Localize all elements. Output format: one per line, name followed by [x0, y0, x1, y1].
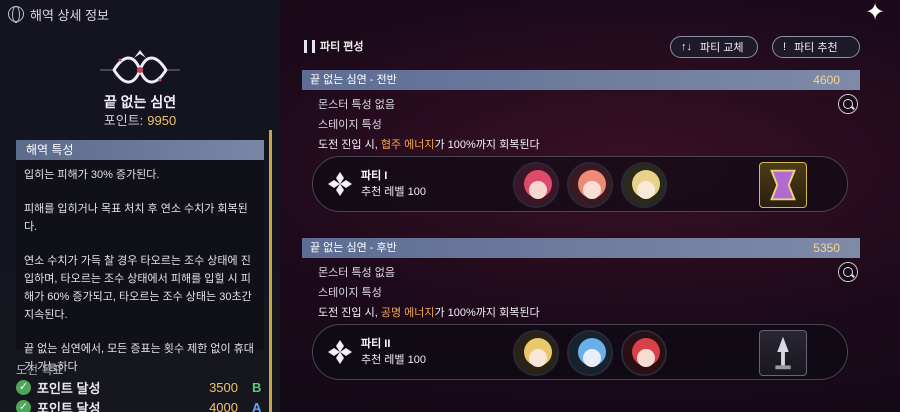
relic-slot[interactable]: [759, 330, 807, 376]
check-icon: ✓: [16, 379, 31, 395]
stage-points: 4600: [813, 73, 840, 87]
points-value: 9950: [147, 113, 177, 128]
stage-name: 끝 없는 심연 - 전반: [310, 74, 397, 86]
search-icon[interactable]: [838, 94, 858, 114]
goal-text: 포인트 달성: [37, 380, 101, 396]
stage-effect: 도전 진입 시, 공명 에너지가 100%까지 회복된다: [318, 304, 540, 320]
effect-suffix: 가 100%까지 회복된다: [434, 307, 540, 319]
location-points: 포인트: 9950: [0, 110, 280, 129]
trait-paragraph: 연소 수치가 가득 찰 경우 타오르는 조수 상태에 진입하며, 타오르는 조수…: [24, 255, 252, 321]
trait-paragraph: 입히는 피해가 30% 증가된다.: [24, 169, 160, 181]
party-section-title: 파티 편성: [304, 38, 364, 54]
effect-suffix: 가 100%까지 회복된다: [434, 139, 540, 151]
globe-icon: [8, 6, 24, 23]
stage-trait-label: 스테이지 특성: [318, 119, 382, 131]
abyss-emblem-icon: [100, 50, 180, 84]
character-avatar[interactable]: [621, 330, 667, 376]
goal-row: ✓ 포인트 달성 4000 A: [16, 398, 266, 412]
party-recommend-button[interactable]: ! 파티 추천: [772, 36, 860, 58]
swap-icon: ↑↓: [681, 41, 692, 53]
relic-slot[interactable]: [759, 162, 807, 208]
scrollbar[interactable]: [269, 130, 272, 412]
search-icon[interactable]: [838, 262, 858, 282]
party-level: 추천 레벨 100: [361, 354, 426, 366]
goal-value: 4000: [209, 399, 238, 412]
goal-row: ✓ 포인트 달성 3500 B: [16, 378, 266, 396]
effect-highlight: 협주 에너지: [380, 139, 435, 151]
character-avatar[interactable]: [513, 162, 559, 208]
party-swap-button[interactable]: ↑↓ 파티 교체: [670, 36, 758, 58]
trait-header: 해역 특성: [16, 140, 264, 160]
stage-trait-label: 스테이지 특성: [318, 287, 382, 299]
points-label: 포인트:: [103, 113, 144, 128]
party-slot-first[interactable]: 파티 I 추천 레벨 100: [312, 156, 848, 212]
goal-text: 포인트 달성: [37, 400, 101, 412]
goal-value: 3500: [209, 379, 238, 395]
party-name: 파티 II: [361, 338, 391, 350]
character-avatar[interactable]: [567, 162, 613, 208]
party-icon: [304, 39, 315, 53]
effect-prefix: 도전 진입 시,: [318, 139, 381, 151]
trait-paragraph: 피해를 입히거나 목표 처치 후 연소 수치가 회복된다.: [24, 203, 248, 233]
trait-box[interactable]: 해역 특성 입히는 피해가 30% 증가된다. 피해를 입히거나 목표 처치 후…: [16, 140, 264, 373]
party-slot-second[interactable]: 파티 II 추천 레벨 100: [312, 324, 848, 380]
character-avatar[interactable]: [621, 162, 667, 208]
detail-panel: 해역 상세 정보 끝 없는 심연 포인트: 9950 해역 특성 입히는 피해가 …: [0, 0, 280, 412]
effect-prefix: 도전 진입 시,: [318, 307, 381, 319]
echo-relic-icon: [775, 336, 791, 370]
stage-points: 5350: [813, 241, 840, 255]
party-emblem-icon: [328, 340, 352, 364]
panel-header: 해역 상세 정보: [0, 0, 280, 28]
stage-header-second: 끝 없는 심연 - 후반 5350: [302, 238, 860, 258]
party-level: 추천 레벨 100: [361, 186, 426, 198]
recommend-label: 파티 추천: [794, 42, 838, 54]
party-emblem-icon: [328, 172, 352, 196]
grade-badge: B: [252, 379, 262, 395]
monster-trait: 몬스터 특성 없음: [318, 267, 395, 279]
goals-label: 도전 목표: [16, 363, 64, 377]
location-title: 끝 없는 심연: [103, 94, 177, 110]
stage-header-first: 끝 없는 심연 - 전반 4600: [302, 70, 860, 90]
close-star-icon[interactable]: ✦: [862, 0, 888, 26]
echo-relic-icon: [770, 169, 796, 201]
stage-effect: 도전 진입 시, 협주 에너지가 100%까지 회복된다: [318, 136, 540, 152]
character-avatar[interactable]: [513, 330, 559, 376]
monster-trait: 몬스터 특성 없음: [318, 99, 395, 111]
grade-badge: A: [252, 399, 262, 412]
stage-name: 끝 없는 심연 - 후반: [310, 242, 397, 254]
effect-highlight: 공명 에너지: [380, 307, 435, 319]
party-name: 파티 I: [361, 170, 388, 182]
party-section-label: 파티 편성: [320, 41, 364, 53]
character-avatar[interactable]: [567, 330, 613, 376]
panel-title: 해역 상세 정보: [30, 7, 109, 23]
swap-label: 파티 교체: [700, 42, 744, 54]
check-icon: ✓: [16, 399, 31, 412]
exclamation-icon: !: [783, 41, 787, 53]
